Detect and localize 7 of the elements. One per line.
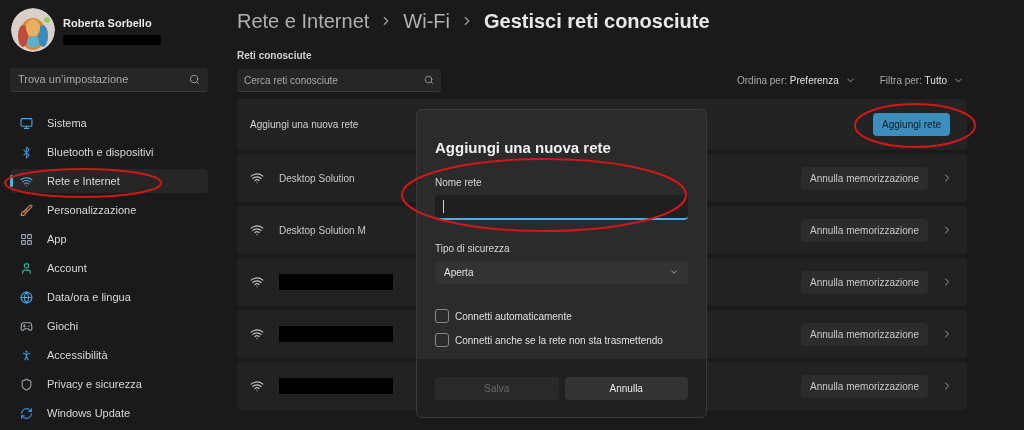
field-label: Nome rete — [435, 175, 483, 190]
breadcrumb-item: Gestisci reti conosciute — [483, 9, 710, 34]
field-label: Tipo di sicurezza — [435, 241, 511, 256]
user-name: Roberta Sorbello — [63, 16, 153, 32]
section-title: Reti conosciute — [237, 49, 313, 63]
checkbox-label: Connetti anche se la rete non sta trasmettendo — [455, 333, 663, 348]
checkbox-label: Connetti automaticamente — [455, 309, 572, 324]
